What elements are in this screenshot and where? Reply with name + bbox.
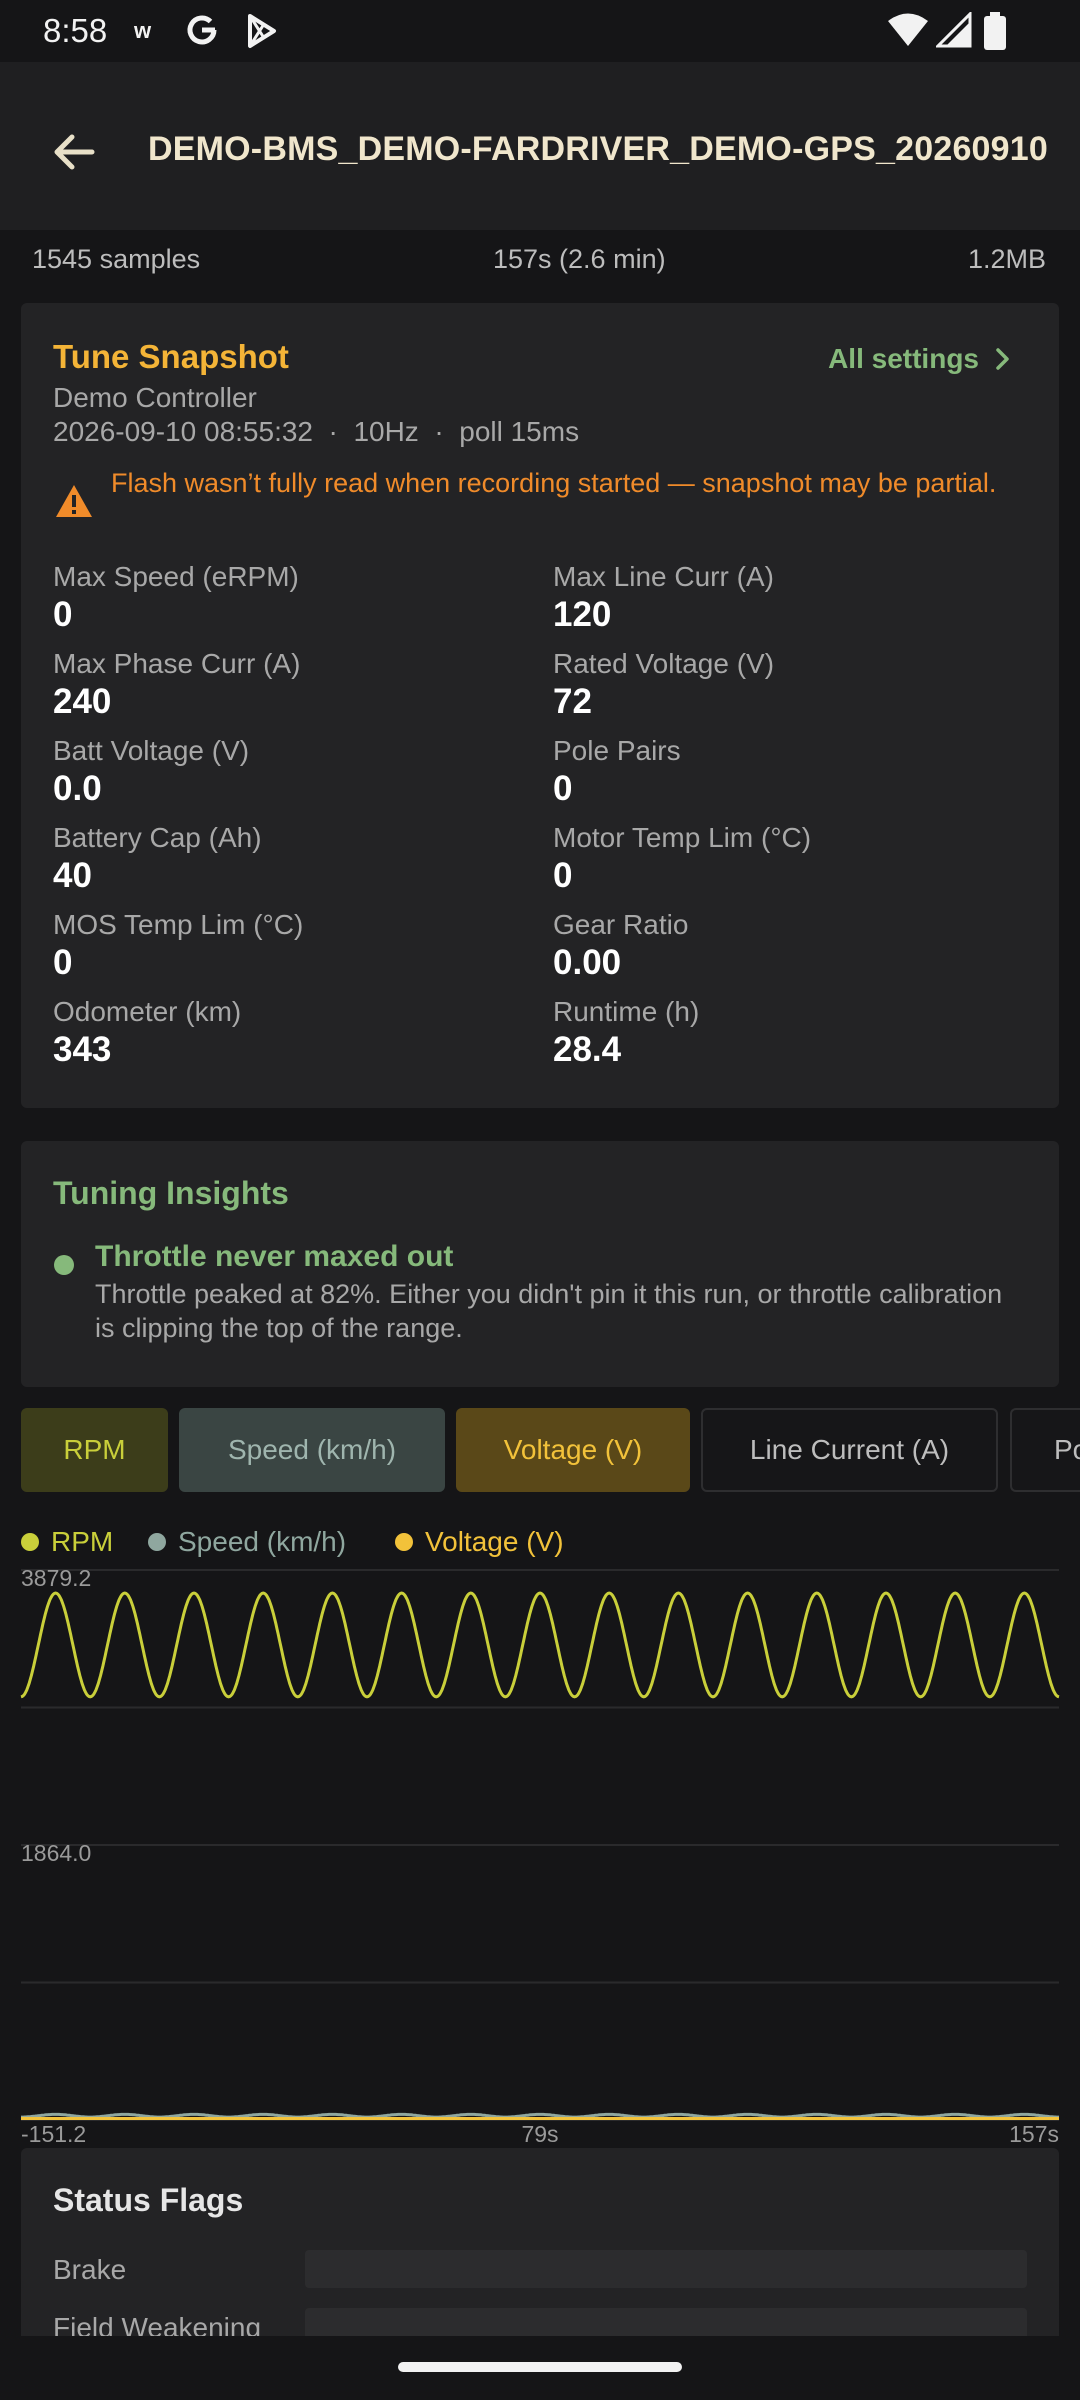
field-label: Max Speed (eRPM) — [53, 561, 299, 592]
field-label: Max Phase Curr (A) — [53, 648, 301, 679]
file-size: 1.2MB — [967, 244, 1046, 274]
legend-dot — [21, 1533, 39, 1551]
all-settings-label: All settings — [828, 343, 979, 374]
legend-dot — [148, 1533, 166, 1551]
status-bar: 8:58 w — [0, 0, 1080, 62]
chip-speed[interactable]: Speed (km/h) — [179, 1408, 445, 1492]
legend-label: Speed (km/h) — [178, 1526, 347, 1557]
legend-label: RPM — [51, 1526, 114, 1557]
legend-label: Voltage (V) — [425, 1526, 564, 1557]
series-line — [21, 2112, 1059, 2119]
legend-item-rpm: RPM — [21, 1526, 113, 1558]
page-title: DEMO-BMS_DEMO-FARDRIVER_DEMO-GPS_2026091… — [148, 130, 1048, 168]
field-label: Pole Pairs — [553, 735, 681, 766]
wifi-icon — [888, 13, 928, 46]
insight-description: Throttle peaked at 82%. Either you didn'… — [95, 1279, 1003, 1343]
y-tick-label: 3879.2 — [21, 1565, 91, 1591]
chip-rpm[interactable]: RPM — [21, 1408, 168, 1492]
snapshot-meta: 2026-09-10 08:55:32 · 10Hz · poll 15ms — [53, 416, 580, 447]
tune-snapshot-card: Tune Snapshot All settings Demo Controll… — [21, 303, 1059, 1108]
chip-voltage[interactable]: Voltage (V) — [456, 1408, 690, 1492]
field-value: 120 — [553, 595, 612, 634]
warning-text: Flash wasn’t fully read when recording s… — [111, 468, 997, 498]
flag-bar-brake — [305, 2250, 1027, 2288]
insight-bullet-icon — [54, 1255, 74, 1275]
chip-line-current[interactable]: Line Current (A) — [701, 1408, 998, 1492]
clock: 8:58 — [43, 12, 108, 49]
field-label: Batt Voltage (V) — [53, 735, 250, 766]
notification-w-icon: w — [134, 18, 152, 43]
series-line — [20, 1591, 1060, 1699]
line-chart[interactable]: 3879.2 1864.0 -151.2 79s 157s — [0, 1560, 1080, 2150]
legend-dot — [395, 1533, 413, 1551]
field-value: 343 — [53, 1030, 112, 1069]
tune-snapshot-title: Tune Snapshot — [53, 338, 289, 375]
field-label: Motor Temp Lim (°C) — [553, 822, 812, 853]
field-label: Rated Voltage (V) — [553, 648, 775, 679]
warning-icon — [56, 485, 92, 517]
field-value: 28.4 — [553, 1030, 622, 1069]
samples-count: 1545 samples — [32, 244, 201, 274]
field-value: 40 — [53, 856, 92, 895]
field-value: 0 — [553, 856, 573, 895]
arrow-back-icon[interactable] — [44, 122, 104, 182]
duration-text: 157s (2.6 min) — [493, 244, 666, 274]
field-label: Gear Ratio — [553, 909, 689, 940]
google-g-icon — [187, 15, 217, 45]
field-value: 0.00 — [553, 943, 622, 982]
field-value: 0 — [553, 769, 573, 808]
app-bar: DEMO-BMS_DEMO-FARDRIVER_DEMO-GPS_2026091… — [0, 62, 1080, 230]
insight-title: Throttle never maxed out — [95, 1240, 454, 1273]
chip-partial[interactable]: Po — [1010, 1408, 1080, 1492]
field-value: 0 — [53, 943, 73, 982]
home-handle[interactable] — [398, 2362, 682, 2372]
tuning-insights-title: Tuning Insights — [53, 1175, 289, 1211]
status-flags-title: Status Flags — [53, 2182, 244, 2218]
all-settings-link[interactable]: All settings — [828, 343, 1015, 375]
field-value: 72 — [553, 682, 592, 721]
cell-signal-icon — [936, 12, 972, 48]
y-tick-label: -151.2 — [21, 2121, 86, 2147]
play-store-icon — [248, 14, 276, 48]
legend-item-voltage: Voltage (V) — [395, 1526, 564, 1558]
x-tick-label: 157s — [1009, 2121, 1059, 2147]
field-label: Runtime (h) — [553, 996, 700, 1027]
navigation-bar — [0, 2336, 1080, 2400]
controller-name: Demo Controller — [53, 382, 257, 413]
field-value: 240 — [53, 682, 112, 721]
chevron-right-icon — [996, 348, 1009, 370]
battery-icon — [984, 12, 1006, 50]
field-label: Max Line Curr (A) — [553, 561, 774, 592]
legend-item-speed: Speed (km/h) — [148, 1526, 346, 1558]
tuning-insights-card: Tuning Insights Throttle never maxed out… — [21, 1141, 1059, 1387]
field-label: Odometer (km) — [53, 996, 242, 1027]
field-value: 0 — [53, 595, 73, 634]
field-label: MOS Temp Lim (°C) — [53, 909, 304, 940]
field-value: 0.0 — [53, 769, 102, 808]
y-tick-label: 1864.0 — [21, 1840, 91, 1866]
x-tick-label: 79s — [521, 2121, 558, 2147]
field-label: Battery Cap (Ah) — [53, 822, 262, 853]
flag-label-brake: Brake — [53, 2254, 127, 2285]
